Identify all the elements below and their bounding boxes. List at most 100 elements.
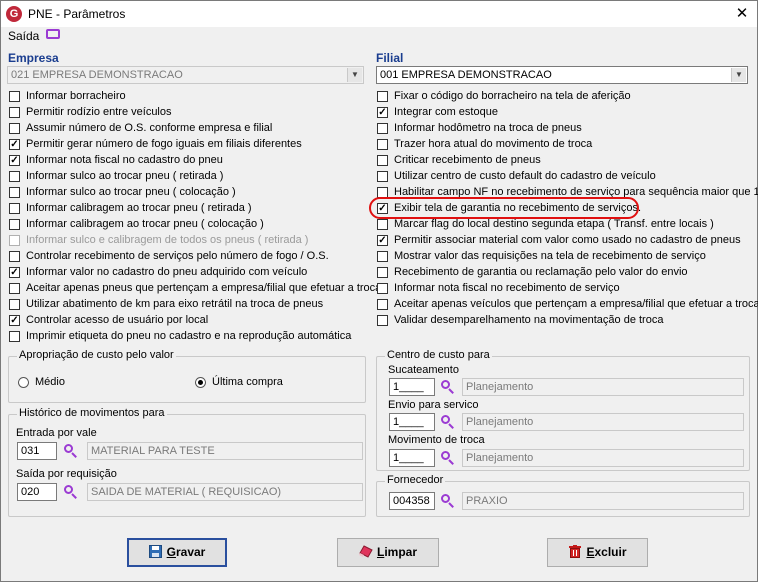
checkbox-box[interactable]: [9, 299, 20, 310]
chevron-down-icon[interactable]: ▼: [731, 68, 746, 82]
entrada-label: Entrada por vale: [16, 427, 97, 439]
checkmark-icon[interactable]: ✓: [9, 315, 20, 326]
radio-medio-label: Médio: [35, 376, 65, 388]
monitor-icon[interactable]: [46, 29, 60, 39]
checkbox-box[interactable]: [9, 203, 20, 214]
search-icon[interactable]: [440, 414, 456, 430]
checkmark-icon[interactable]: ✓: [377, 235, 388, 246]
search-icon[interactable]: [63, 443, 79, 459]
left-checkbox-label: Controlar acesso de usuário por local: [26, 314, 209, 326]
checkbox-box[interactable]: [9, 251, 20, 262]
checkbox-box[interactable]: [9, 331, 20, 342]
left-checkbox-label: Permitir rodízio entre veículos: [26, 106, 172, 118]
checkbox-box[interactable]: [9, 123, 20, 134]
right-checkbox-label: Informar hodômetro na troca de pneus: [394, 122, 582, 134]
right-checkbox-label: Criticar recebimento de pneus: [394, 154, 541, 166]
empresa-label: Empresa: [8, 51, 59, 65]
gravar-button[interactable]: Gravar: [127, 538, 227, 567]
close-icon[interactable]: ✕: [727, 1, 757, 27]
checkbox-box[interactable]: [9, 219, 20, 230]
checkmark-icon[interactable]: ✓: [9, 155, 20, 166]
radio-medio-dot[interactable]: [18, 377, 29, 388]
app-g-icon: G: [6, 6, 22, 22]
entrada-code-input[interactable]: 031: [17, 442, 57, 460]
limpar-button[interactable]: Limpar: [337, 538, 439, 567]
checkbox-box[interactable]: [377, 299, 388, 310]
window-title: PNE - Parâmetros: [28, 7, 126, 21]
right-checkbox-label: Integrar com estoque: [394, 106, 498, 118]
left-checkbox-label: Controlar recebimento de serviços pelo n…: [26, 250, 329, 262]
right-checkbox-label: Validar desemparelhamento na movimentaçã…: [394, 314, 664, 326]
search-icon[interactable]: [63, 484, 79, 500]
checkbox-box[interactable]: [377, 91, 388, 102]
left-checkbox-label: Informar sulco ao trocar pneu ( retirada…: [26, 170, 224, 182]
trash-icon: [568, 541, 581, 558]
movimento-code-input[interactable]: 1____: [389, 449, 435, 467]
left-checkbox-label: Informar sulco e calibragem de todos os …: [26, 234, 309, 246]
radio-ultima-compra-dot[interactable]: [195, 377, 206, 388]
left-checkbox-label: Imprimir etiqueta do pneu no cadastro e …: [26, 330, 352, 342]
checkbox-box[interactable]: [377, 283, 388, 294]
chevron-down-icon: ▼: [347, 68, 362, 82]
saida-label: Saída por requisição: [16, 468, 117, 480]
checkbox-box[interactable]: [9, 171, 20, 182]
checkbox-box[interactable]: [9, 107, 20, 118]
right-checkbox-label: Fixar o código do borracheiro na tela de…: [394, 90, 631, 102]
sucateamento-desc-field: Planejamento: [462, 378, 744, 396]
left-checkbox-label: Informar nota fiscal no cadastro do pneu: [26, 154, 223, 166]
movimento-label: Movimento de troca: [388, 434, 485, 446]
checkbox-box[interactable]: [377, 139, 388, 150]
movimento-desc-field: Planejamento: [462, 449, 744, 467]
search-icon[interactable]: [440, 493, 456, 509]
checkbox-box[interactable]: [9, 91, 20, 102]
parametros-window: G PNE - Parâmetros ✕ Saída Empresa 021 E…: [0, 0, 758, 582]
left-checkbox-label: Informar borracheiro: [26, 90, 126, 102]
checkbox-box[interactable]: [377, 219, 388, 230]
checkbox-box[interactable]: [377, 251, 388, 262]
filial-select[interactable]: 001 EMPRESA DEMONSTRACAO ▼: [376, 66, 748, 84]
empresa-select: 021 EMPRESA DEMONSTRACAO ▼: [7, 66, 364, 84]
saida-code-input[interactable]: 020: [17, 483, 57, 501]
empresa-value: 021 EMPRESA DEMONSTRACAO: [11, 69, 183, 81]
sucateamento-code-input[interactable]: 1____: [389, 378, 435, 396]
checkbox-box[interactable]: [9, 283, 20, 294]
checkmark-icon[interactable]: ✓: [9, 267, 20, 278]
radio-ultima-compra-label: Última compra: [212, 376, 283, 388]
checkmark-icon[interactable]: ✓: [377, 107, 388, 118]
save-icon: [148, 542, 162, 558]
menu-saida[interactable]: Saída: [8, 29, 39, 43]
checkbox-box[interactable]: [377, 315, 388, 326]
envio-desc-field: Planejamento: [462, 413, 744, 431]
search-icon[interactable]: [440, 379, 456, 395]
title-bar: G PNE - Parâmetros ✕: [1, 1, 757, 27]
right-checkbox-label: Recebimento de garantia ou reclamação pe…: [394, 266, 688, 278]
checkmark-icon[interactable]: ✓: [9, 139, 20, 150]
menu-bar: Saída: [1, 27, 757, 45]
search-icon[interactable]: [440, 450, 456, 466]
checkbox-box[interactable]: [377, 123, 388, 134]
left-checkbox-label: Informar calibragem ao trocar pneu ( ret…: [26, 202, 252, 214]
checkbox-box[interactable]: [377, 155, 388, 166]
envio-code-input[interactable]: 1____: [389, 413, 435, 431]
fornecedor-code-input[interactable]: 004358: [389, 492, 435, 510]
left-checkbox-label: Utilizar abatimento de km para eixo retr…: [26, 298, 324, 310]
entrada-desc-field: MATERIAL PARA TESTE: [87, 442, 363, 460]
right-checkbox-label: Informar nota fiscal no recebimento de s…: [394, 282, 620, 294]
fornecedor-desc-field: PRAXIO: [462, 492, 744, 510]
left-checkbox-label: Aceitar apenas pneus que pertençam a emp…: [26, 282, 382, 294]
eraser-icon: [358, 541, 373, 558]
excluir-button[interactable]: Excluir: [547, 538, 648, 567]
highlight-circle: [369, 197, 639, 219]
envio-label: Envio para servico: [388, 399, 479, 411]
historico-title: Histórico de movimentos para: [17, 407, 167, 419]
checkbox-box[interactable]: [377, 267, 388, 278]
checkbox-box[interactable]: [377, 171, 388, 182]
right-checkbox-label: Aceitar apenas veículos que pertençam a …: [394, 298, 758, 310]
filial-value: 001 EMPRESA DEMONSTRACAO: [380, 69, 552, 81]
checkbox-box[interactable]: [9, 187, 20, 198]
saida-desc-field: SAIDA DE MATERIAL ( REQUISICAO): [87, 483, 363, 501]
apropriacao-title: Apropriação de custo pelo valor: [17, 349, 176, 361]
left-checkbox-label: Informar calibragem ao trocar pneu ( col…: [26, 218, 264, 230]
right-checkbox-label: Utilizar centro de custo default do cada…: [394, 170, 656, 182]
filial-label: Filial: [376, 51, 404, 65]
